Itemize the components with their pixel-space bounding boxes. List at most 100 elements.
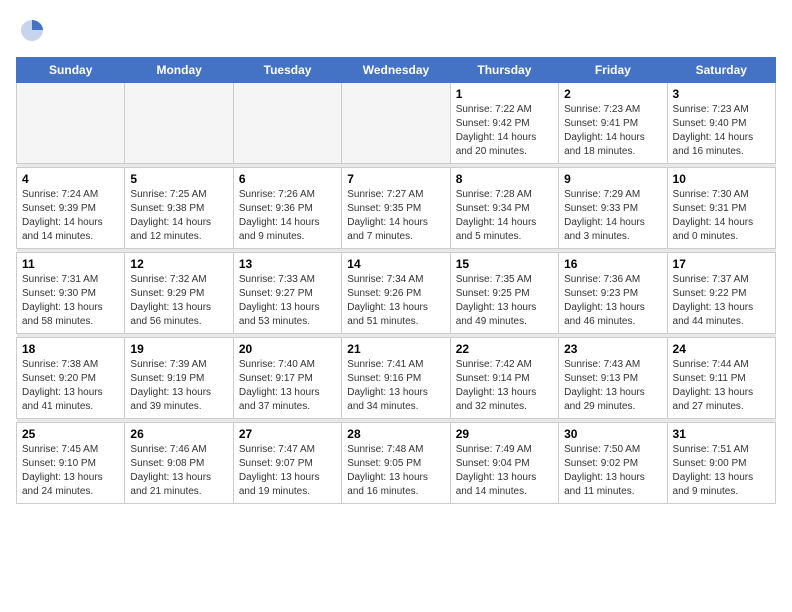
day-number: 3	[673, 87, 770, 101]
day-info: Sunrise: 7:39 AM Sunset: 9:19 PM Dayligh…	[130, 358, 227, 414]
calendar-day-cell: 24 Sunrise: 7:44 AM Sunset: 9:11 PM Dayli…	[667, 338, 775, 419]
day-info: Sunrise: 7:42 AM Sunset: 9:14 PM Dayligh…	[456, 358, 553, 414]
day-number: 16	[564, 257, 661, 271]
day-info: Sunrise: 7:35 AM Sunset: 9:25 PM Dayligh…	[456, 273, 553, 329]
calendar-day-cell: 14 Sunrise: 7:34 AM Sunset: 9:26 PM Dayli…	[342, 253, 450, 334]
day-info: Sunrise: 7:22 AM Sunset: 9:42 PM Dayligh…	[456, 103, 553, 159]
calendar-day-cell: 16Sunrise: 7:36 AM Sunset: 9:23 PM Dayli…	[559, 253, 667, 334]
day-number: 11	[22, 257, 119, 271]
calendar-day-cell: 22 Sunrise: 7:42 AM Sunset: 9:14 PM Dayli…	[450, 338, 558, 419]
calendar-day-cell: 6 Sunrise: 7:26 AM Sunset: 9:36 PM Daylig…	[233, 168, 341, 249]
day-number: 1	[456, 87, 553, 101]
day-number: 12	[130, 257, 227, 271]
day-number: 17	[673, 257, 770, 271]
day-info: Sunrise: 7:33 AM Sunset: 9:27 PM Dayligh…	[239, 273, 336, 329]
calendar-day-cell: 28 Sunrise: 7:48 AM Sunset: 9:05 PM Dayli…	[342, 423, 450, 504]
day-info: Sunrise: 7:49 AM Sunset: 9:04 PM Dayligh…	[456, 443, 553, 499]
day-info: Sunrise: 7:47 AM Sunset: 9:07 PM Dayligh…	[239, 443, 336, 499]
day-info: Sunrise: 7:31 AM Sunset: 9:30 PM Dayligh…	[22, 273, 119, 329]
day-number: 10	[673, 172, 770, 186]
day-number: 24	[673, 342, 770, 356]
calendar-day-cell: 18 Sunrise: 7:38 AM Sunset: 9:20 PM Dayli…	[17, 338, 125, 419]
day-info: Sunrise: 7:50 AM Sunset: 9:02 PM Dayligh…	[564, 443, 661, 499]
calendar-day-cell	[125, 83, 233, 164]
day-number: 27	[239, 427, 336, 441]
day-number: 20	[239, 342, 336, 356]
day-info: Sunrise: 7:32 AM Sunset: 9:29 PM Dayligh…	[130, 273, 227, 329]
day-number: 8	[456, 172, 553, 186]
calendar-day-cell: 5 Sunrise: 7:25 AM Sunset: 9:38 PM Daylig…	[125, 168, 233, 249]
day-info: Sunrise: 7:23 AM Sunset: 9:41 PM Dayligh…	[564, 103, 661, 159]
day-number: 5	[130, 172, 227, 186]
day-number: 18	[22, 342, 119, 356]
day-number: 13	[239, 257, 336, 271]
day-number: 15	[456, 257, 553, 271]
day-number: 9	[564, 172, 661, 186]
day-number: 28	[347, 427, 444, 441]
day-info: Sunrise: 7:28 AM Sunset: 9:34 PM Dayligh…	[456, 188, 553, 244]
calendar-day-cell: 19 Sunrise: 7:39 AM Sunset: 9:19 PM Dayli…	[125, 338, 233, 419]
calendar-day-cell: 30 Sunrise: 7:50 AM Sunset: 9:02 PM Dayli…	[559, 423, 667, 504]
day-number: 30	[564, 427, 661, 441]
day-number: 22	[456, 342, 553, 356]
calendar-day-cell: 25Sunrise: 7:45 AM Sunset: 9:10 PM Dayli…	[17, 423, 125, 504]
day-info: Sunrise: 7:26 AM Sunset: 9:36 PM Dayligh…	[239, 188, 336, 244]
calendar-day-cell: 27 Sunrise: 7:47 AM Sunset: 9:07 PM Dayli…	[233, 423, 341, 504]
day-info: Sunrise: 7:41 AM Sunset: 9:16 PM Dayligh…	[347, 358, 444, 414]
calendar-day-cell: 20 Sunrise: 7:40 AM Sunset: 9:17 PM Dayli…	[233, 338, 341, 419]
day-info: Sunrise: 7:25 AM Sunset: 9:38 PM Dayligh…	[130, 188, 227, 244]
calendar-day-cell: 26 Sunrise: 7:46 AM Sunset: 9:08 PM Dayli…	[125, 423, 233, 504]
calendar-week-row: 18 Sunrise: 7:38 AM Sunset: 9:20 PM Dayli…	[17, 338, 776, 419]
day-number: 7	[347, 172, 444, 186]
day-number: 29	[456, 427, 553, 441]
calendar-header-thursday: Thursday	[450, 58, 558, 83]
calendar-day-cell: 3 Sunrise: 7:23 AM Sunset: 9:40 PM Daylig…	[667, 83, 775, 164]
day-number: 2	[564, 87, 661, 101]
day-info: Sunrise: 7:45 AM Sunset: 9:10 PM Dayligh…	[22, 443, 119, 499]
calendar-week-row: 25Sunrise: 7:45 AM Sunset: 9:10 PM Dayli…	[17, 423, 776, 504]
calendar-day-cell: 29 Sunrise: 7:49 AM Sunset: 9:04 PM Dayli…	[450, 423, 558, 504]
day-info: Sunrise: 7:23 AM Sunset: 9:40 PM Dayligh…	[673, 103, 770, 159]
calendar-day-cell: 17 Sunrise: 7:37 AM Sunset: 9:22 PM Dayli…	[667, 253, 775, 334]
day-info: Sunrise: 7:51 AM Sunset: 9:00 PM Dayligh…	[673, 443, 770, 499]
calendar-day-cell: 8 Sunrise: 7:28 AM Sunset: 9:34 PM Daylig…	[450, 168, 558, 249]
calendar-header-row: SundayMondayTuesdayWednesdayThursdayFrid…	[17, 58, 776, 83]
logo-icon	[18, 16, 46, 44]
day-info: Sunrise: 7:30 AM Sunset: 9:31 PM Dayligh…	[673, 188, 770, 244]
calendar-week-row: 4 Sunrise: 7:24 AM Sunset: 9:39 PM Daylig…	[17, 168, 776, 249]
calendar-day-cell: 9 Sunrise: 7:29 AM Sunset: 9:33 PM Daylig…	[559, 168, 667, 249]
day-number: 31	[673, 427, 770, 441]
calendar-day-cell	[342, 83, 450, 164]
calendar-day-cell: 7Sunrise: 7:27 AM Sunset: 9:35 PM Daylig…	[342, 168, 450, 249]
calendar-day-cell: 15 Sunrise: 7:35 AM Sunset: 9:25 PM Dayli…	[450, 253, 558, 334]
calendar-header-monday: Monday	[125, 58, 233, 83]
day-number: 19	[130, 342, 227, 356]
day-number: 4	[22, 172, 119, 186]
calendar-day-cell: 4 Sunrise: 7:24 AM Sunset: 9:39 PM Daylig…	[17, 168, 125, 249]
calendar-day-cell: 2 Sunrise: 7:23 AM Sunset: 9:41 PM Daylig…	[559, 83, 667, 164]
day-info: Sunrise: 7:24 AM Sunset: 9:39 PM Dayligh…	[22, 188, 119, 244]
day-info: Sunrise: 7:38 AM Sunset: 9:20 PM Dayligh…	[22, 358, 119, 414]
calendar-header-tuesday: Tuesday	[233, 58, 341, 83]
day-info: Sunrise: 7:43 AM Sunset: 9:13 PM Dayligh…	[564, 358, 661, 414]
day-info: Sunrise: 7:46 AM Sunset: 9:08 PM Dayligh…	[130, 443, 227, 499]
logo-block	[16, 16, 46, 49]
calendar-week-row: 1 Sunrise: 7:22 AM Sunset: 9:42 PM Daylig…	[17, 83, 776, 164]
calendar-day-cell	[17, 83, 125, 164]
day-info: Sunrise: 7:37 AM Sunset: 9:22 PM Dayligh…	[673, 273, 770, 329]
logo	[16, 16, 46, 49]
calendar-header-saturday: Saturday	[667, 58, 775, 83]
calendar-day-cell: 21 Sunrise: 7:41 AM Sunset: 9:16 PM Dayli…	[342, 338, 450, 419]
day-info: Sunrise: 7:44 AM Sunset: 9:11 PM Dayligh…	[673, 358, 770, 414]
calendar-day-cell: 12 Sunrise: 7:32 AM Sunset: 9:29 PM Dayli…	[125, 253, 233, 334]
day-number: 14	[347, 257, 444, 271]
day-number: 26	[130, 427, 227, 441]
day-info: Sunrise: 7:48 AM Sunset: 9:05 PM Dayligh…	[347, 443, 444, 499]
calendar-day-cell: 23Sunrise: 7:43 AM Sunset: 9:13 PM Dayli…	[559, 338, 667, 419]
day-number: 6	[239, 172, 336, 186]
day-info: Sunrise: 7:40 AM Sunset: 9:17 PM Dayligh…	[239, 358, 336, 414]
day-info: Sunrise: 7:29 AM Sunset: 9:33 PM Dayligh…	[564, 188, 661, 244]
day-info: Sunrise: 7:34 AM Sunset: 9:26 PM Dayligh…	[347, 273, 444, 329]
day-number: 21	[347, 342, 444, 356]
calendar-table: SundayMondayTuesdayWednesdayThursdayFrid…	[16, 57, 776, 504]
